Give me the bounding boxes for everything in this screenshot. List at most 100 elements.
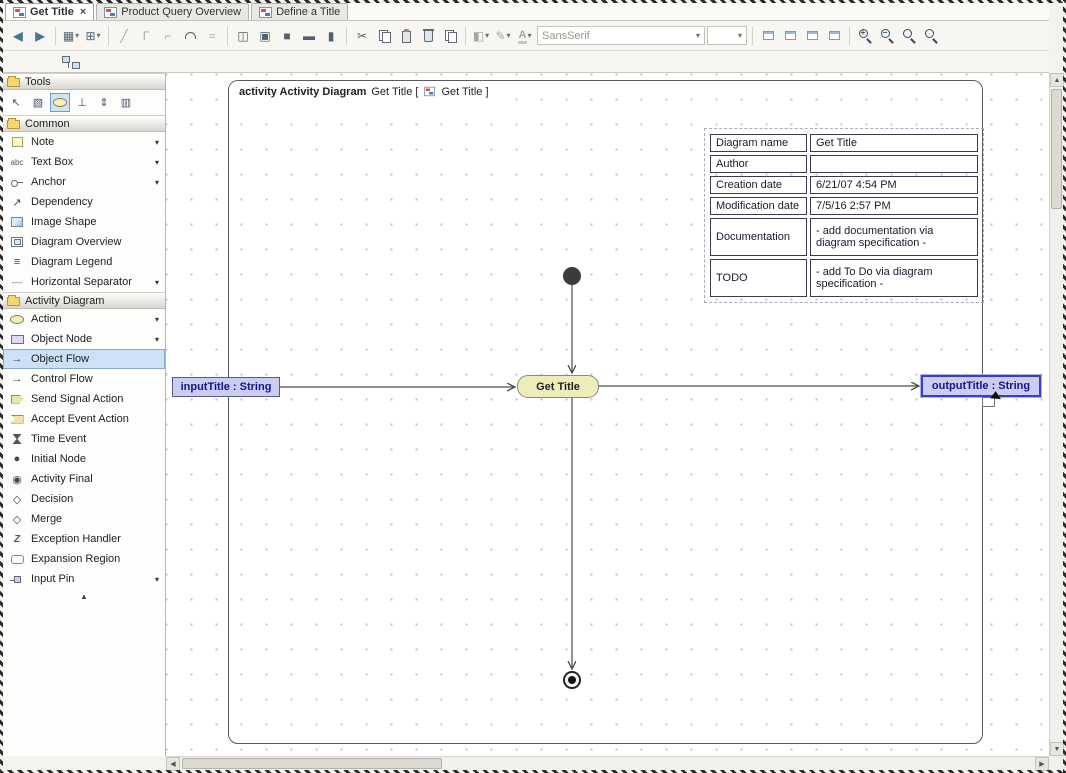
- diagram-info-table[interactable]: Diagram name Get Title Author Creation da…: [704, 128, 984, 303]
- palette-item-image-shape[interactable]: Image Shape: [3, 212, 165, 232]
- palette-item-merge[interactable]: ◇ Merge: [3, 509, 165, 529]
- oblique-path-button[interactable]: ╱: [114, 26, 134, 46]
- palette-item-horizontal-separator[interactable]: ---- Horizontal Separator ▾: [3, 272, 165, 292]
- refresh-diagram-button[interactable]: [824, 26, 844, 46]
- palette-item-initial-node[interactable]: ● Initial Node: [3, 449, 165, 469]
- back-button[interactable]: ◀: [8, 26, 28, 46]
- equal-width-button[interactable]: ◫: [233, 26, 253, 46]
- copy-icon: [378, 29, 391, 43]
- forward-button[interactable]: ▶: [30, 26, 50, 46]
- output-object-node-selected[interactable]: outputTitle : String: [921, 375, 1041, 397]
- chevron-down-icon[interactable]: ▾: [155, 315, 161, 324]
- quick-link-tool-button[interactable]: [50, 93, 70, 112]
- layer-backward-button[interactable]: [780, 26, 800, 46]
- path-style-button[interactable]: ≈: [202, 26, 222, 46]
- zoom-in-button[interactable]: +: [855, 26, 875, 46]
- window-icon: [806, 31, 818, 40]
- toolbar-separator: [108, 26, 109, 45]
- palette-item-input-pin[interactable]: Input Pin ▾: [3, 569, 165, 589]
- chevron-down-icon[interactable]: ▾: [155, 278, 161, 287]
- palette-section-activity-diagram[interactable]: Activity Diagram: [3, 292, 165, 309]
- marquee-tool-button[interactable]: ▧: [28, 93, 48, 112]
- toolbar-separator: [227, 26, 228, 45]
- fill-color-button[interactable]: ◧ ▾: [471, 26, 491, 46]
- palette-item-action[interactable]: Action ▾: [3, 309, 165, 329]
- chevron-down-icon[interactable]: ▾: [155, 158, 161, 167]
- scroll-right-button[interactable]: ▶: [1035, 757, 1049, 771]
- palette-item-anchor[interactable]: Anchor ▾: [3, 172, 165, 192]
- palette-item-time-event[interactable]: Time Event: [3, 429, 165, 449]
- palette-item-note[interactable]: Note ▾: [3, 132, 165, 152]
- scroll-down-button[interactable]: ▼: [1050, 742, 1064, 756]
- curved-path-button[interactable]: [180, 26, 200, 46]
- reset-size-button[interactable]: ▮: [321, 26, 341, 46]
- activity-final-node[interactable]: [563, 671, 581, 689]
- font-color-button[interactable]: A ▾: [515, 26, 535, 46]
- tab-product-query-overview[interactable]: Product Query Overview: [96, 3, 250, 20]
- select-in-containment-tree-button[interactable]: [61, 52, 81, 72]
- palette-item-diagram-legend[interactable]: ≡ Diagram Legend: [3, 252, 165, 272]
- swimlane-tool-button[interactable]: ▥: [116, 93, 136, 112]
- duplicate-button[interactable]: [440, 26, 460, 46]
- palette-item-object-flow[interactable]: → Object Flow: [3, 349, 165, 369]
- chevron-down-icon[interactable]: ▾: [155, 575, 161, 584]
- palette-item-dependency[interactable]: ↗ Dependency: [3, 192, 165, 212]
- palette-item-diagram-overview[interactable]: Diagram Overview: [3, 232, 165, 252]
- tab-get-title[interactable]: Get Title ×: [5, 3, 95, 20]
- zoom-fit-button[interactable]: [921, 26, 941, 46]
- palette-item-object-node[interactable]: Object Node ▾: [3, 329, 165, 349]
- font-family-select[interactable]: SansSerif ▾: [537, 26, 705, 45]
- folder-icon: [7, 295, 20, 306]
- horizontal-scrollbar[interactable]: ◀ ▶: [166, 756, 1049, 771]
- font-size-select[interactable]: ▾: [707, 26, 747, 45]
- insert-shape-button[interactable]: ⊞ ▾: [83, 26, 103, 46]
- autosize-button[interactable]: ▬: [299, 26, 319, 46]
- chevron-down-icon[interactable]: ▾: [155, 178, 161, 187]
- palette-scroll-up[interactable]: ▲: [3, 589, 165, 603]
- align-tool-button[interactable]: ⊥: [72, 93, 92, 112]
- scroll-up-button[interactable]: ▲: [1050, 73, 1064, 87]
- palette-item-decision[interactable]: ◇ Decision: [3, 489, 165, 509]
- rectilinear-path-button[interactable]: Γ: [136, 26, 156, 46]
- input-object-node[interactable]: inputTitle : String: [172, 377, 280, 397]
- palette-item-accept-event-action[interactable]: Accept Event Action: [3, 409, 165, 429]
- layer-forward-button[interactable]: [758, 26, 778, 46]
- scroll-left-button[interactable]: ◀: [166, 757, 180, 771]
- tab-define-a-title[interactable]: Define a Title: [251, 3, 349, 20]
- diagram-canvas[interactable]: activity Activity Diagram Get Title [ Ge…: [166, 73, 1049, 756]
- equal-size-button[interactable]: ■: [277, 26, 297, 46]
- tool-palette: Tools ↖ ▧ ⊥ ⇕ ▥ Common Note ▾ abc Text Box…: [3, 73, 166, 756]
- selection-tool-button[interactable]: ↖: [6, 93, 26, 112]
- delete-button[interactable]: [418, 26, 438, 46]
- palette-item-activity-final[interactable]: ◉ Activity Final: [3, 469, 165, 489]
- palette-item-control-flow[interactable]: → Control Flow: [3, 369, 165, 389]
- section-title: Activity Diagram: [25, 294, 105, 307]
- layout-diagram-button[interactable]: ▦ ▾: [61, 26, 81, 46]
- zoom-reset-button[interactable]: [899, 26, 919, 46]
- horizontal-scroll-thumb[interactable]: [182, 758, 442, 769]
- cut-button[interactable]: ✂: [352, 26, 372, 46]
- close-tab-icon[interactable]: ×: [80, 7, 86, 18]
- palette-item-expansion-region[interactable]: Expansion Region: [3, 549, 165, 569]
- trash-icon: [422, 29, 434, 42]
- distribute-tool-button[interactable]: ⇕: [94, 93, 114, 112]
- vertical-scroll-thumb[interactable]: [1051, 89, 1062, 209]
- action-node[interactable]: Get Title: [517, 375, 599, 398]
- zoom-out-button[interactable]: −: [877, 26, 897, 46]
- equal-height-button[interactable]: ▣: [255, 26, 275, 46]
- palette-item-text-box[interactable]: abc Text Box ▾: [3, 152, 165, 172]
- line-color-button[interactable]: ✎ ▾: [493, 26, 513, 46]
- palette-section-tools[interactable]: Tools: [3, 73, 165, 90]
- palette-item-send-signal-action[interactable]: Send Signal Action: [3, 389, 165, 409]
- paste-button[interactable]: [396, 26, 416, 46]
- palette-section-common[interactable]: Common: [3, 115, 165, 132]
- palette-item-exception-handler[interactable]: Z Exception Handler: [3, 529, 165, 549]
- vertical-scrollbar[interactable]: ▲ ▼: [1049, 73, 1064, 756]
- chevron-down-icon[interactable]: ▾: [155, 335, 161, 344]
- bring-to-front-button[interactable]: [802, 26, 822, 46]
- table-row: Author: [710, 155, 978, 173]
- initial-node[interactable]: [563, 267, 581, 285]
- bent-path-button[interactable]: ⌐: [158, 26, 178, 46]
- copy-button[interactable]: [374, 26, 394, 46]
- chevron-down-icon[interactable]: ▾: [155, 138, 161, 147]
